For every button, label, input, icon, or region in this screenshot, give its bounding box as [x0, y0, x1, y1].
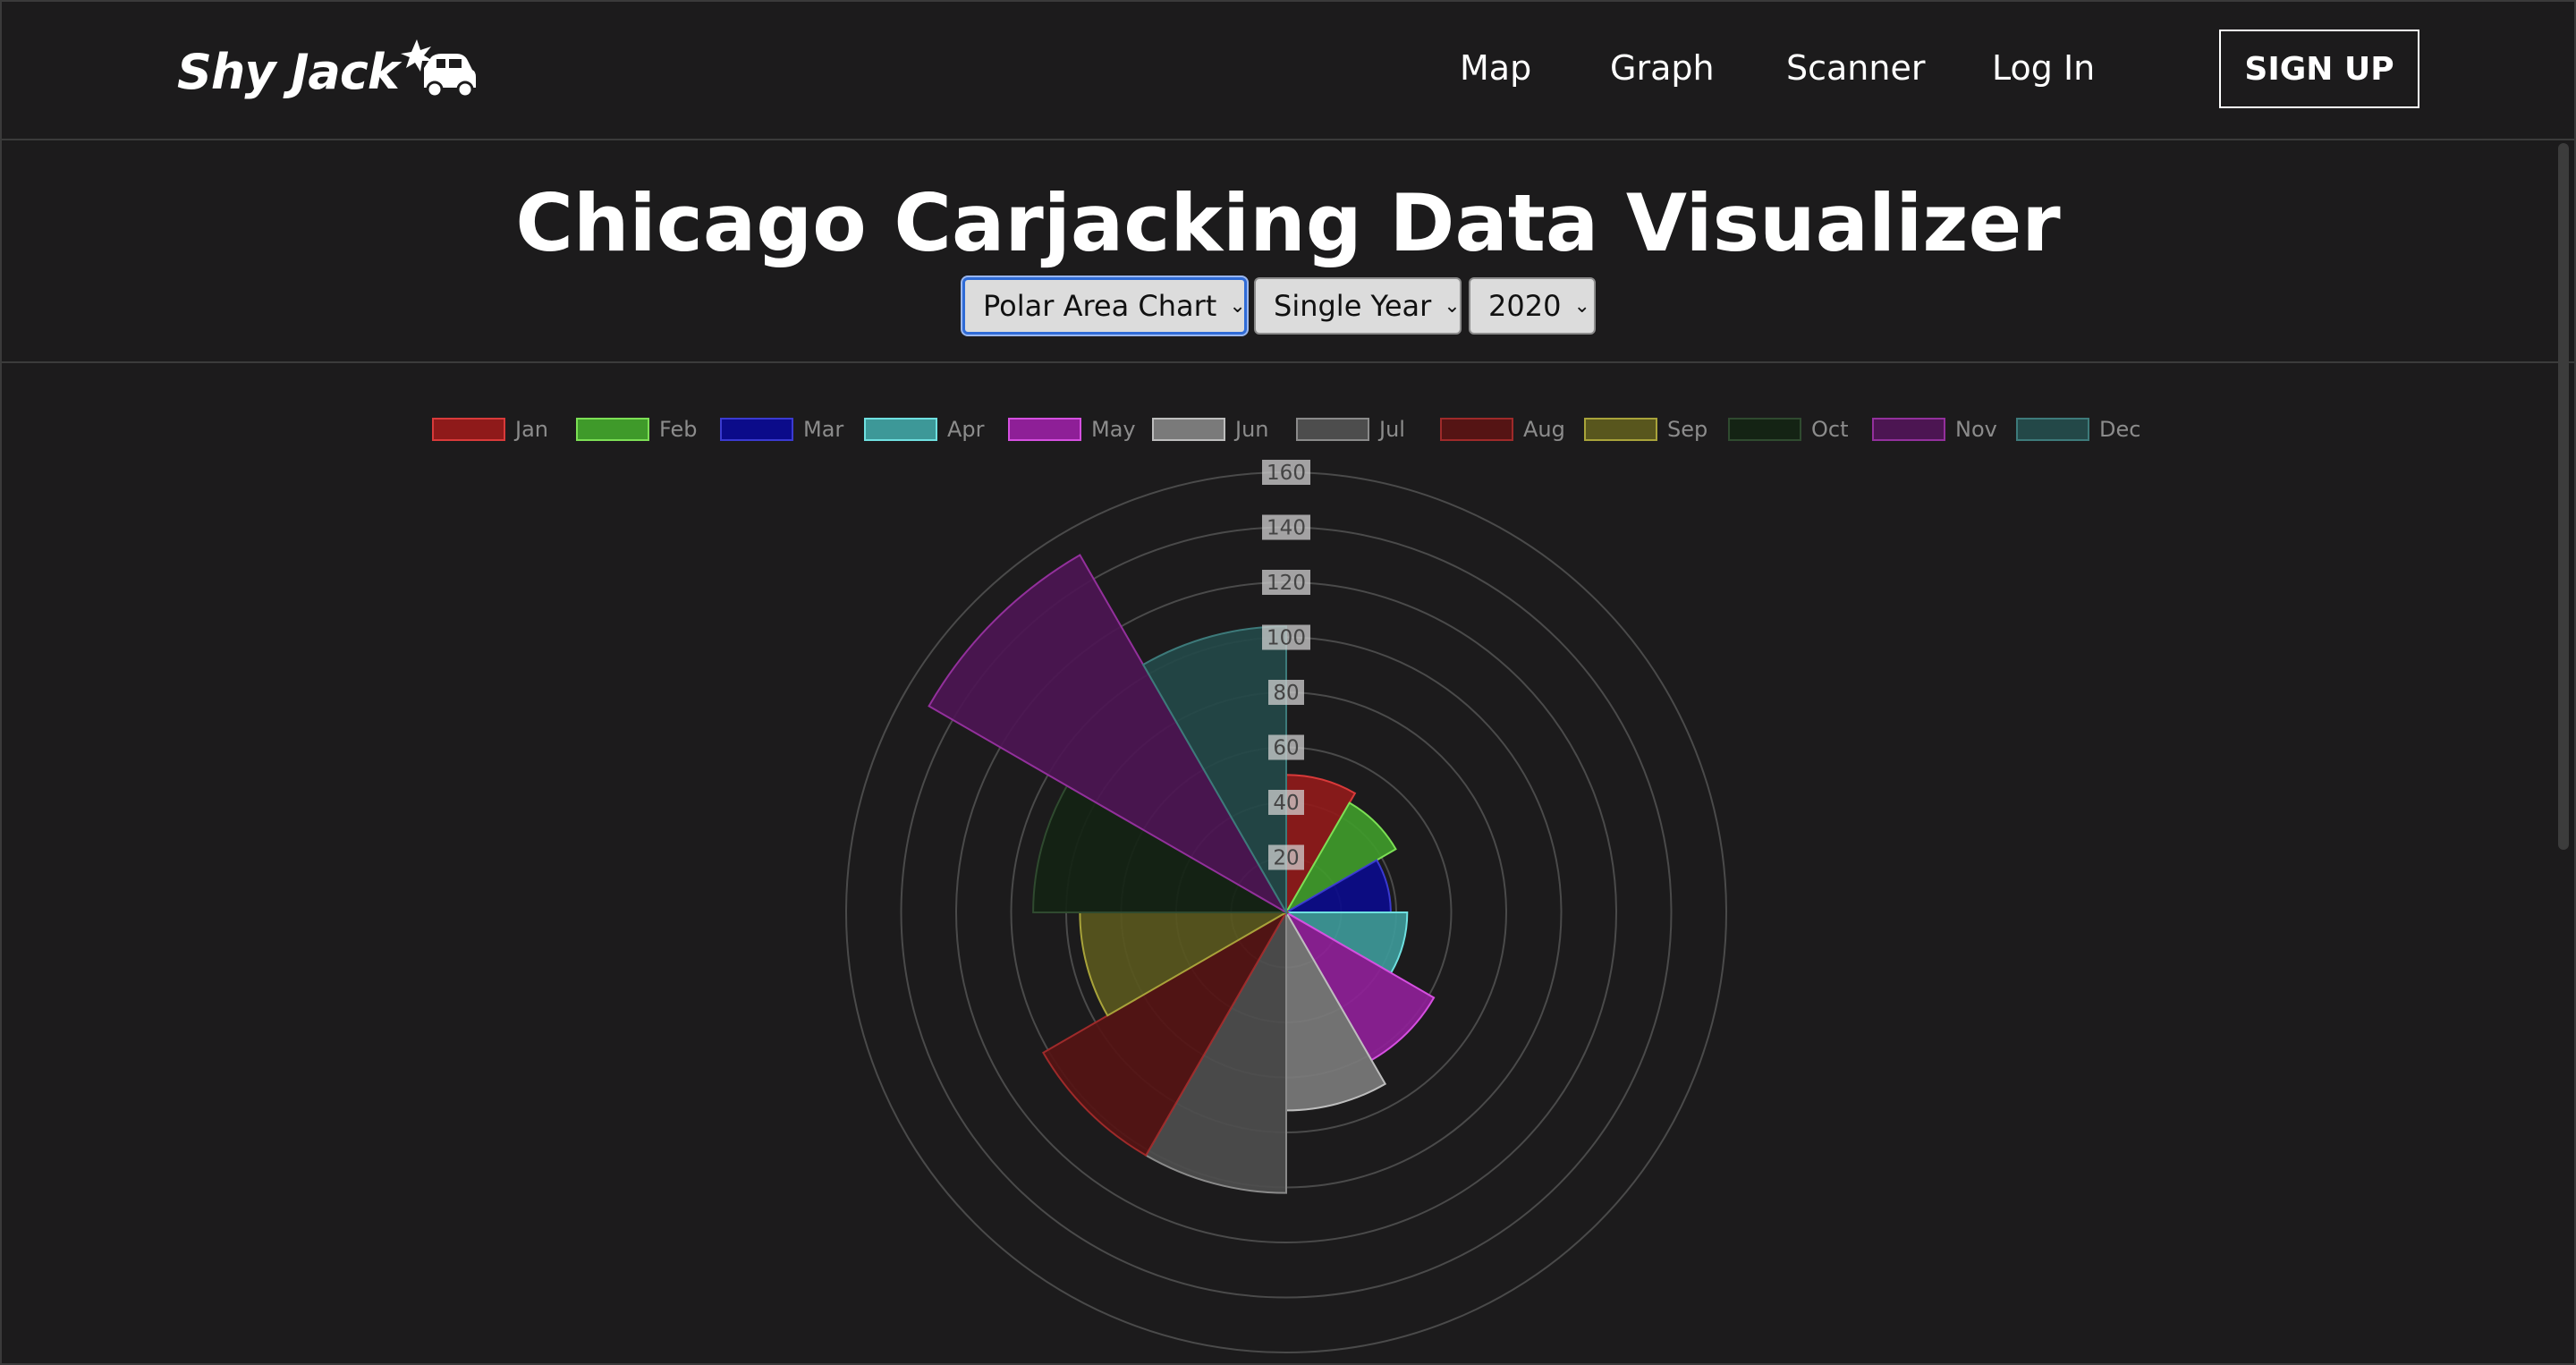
legend-item-dec[interactable]: Dec	[2016, 417, 2140, 442]
chart-type-value: Polar Area Chart	[983, 289, 1217, 323]
legend-label: Jun	[1233, 417, 1269, 442]
chevron-down-icon: ⌄	[1444, 294, 1461, 318]
tick-160: 160	[1262, 460, 1310, 485]
tick-label: 100	[1267, 627, 1306, 650]
legend-swatch	[432, 418, 505, 441]
legend-item-sep[interactable]: Sep	[1584, 417, 1707, 442]
nav-link-graph[interactable]: Graph	[1610, 41, 1715, 95]
tick-label: 160	[1267, 462, 1306, 485]
tick-label: 20	[1273, 847, 1299, 870]
legend-item-jun[interactable]: Jun	[1152, 417, 1269, 442]
page: Shy Jack Map Graph Scanner Log In SIGN U…	[0, 0, 2576, 1365]
legend-label: Apr	[947, 417, 985, 442]
legend-swatch	[1296, 418, 1369, 441]
chart-type-select[interactable]: Polar Area Chart ⌄	[962, 277, 1247, 335]
nav-link-login[interactable]: Log In	[1992, 41, 2095, 95]
legend-item-feb[interactable]: Feb	[576, 417, 698, 442]
chart-legend: Jan Feb Mar Apr May Jun Jul Aug Sep Oct Nov Dec	[432, 417, 2140, 442]
legend-swatch	[1008, 418, 1081, 441]
legend-swatch	[1728, 418, 1801, 441]
legend-label: Aug	[1523, 417, 1565, 442]
tick-label: 120	[1267, 572, 1306, 595]
chart-controls: Polar Area Chart ⌄ Single Year ⌄ 2020 ⌄	[962, 277, 1596, 336]
tick-40: 40	[1268, 790, 1304, 815]
legend-swatch	[720, 418, 793, 441]
range-mode-select[interactable]: Single Year ⌄	[1254, 277, 1462, 335]
legend-swatch	[1872, 418, 1945, 441]
scrollbar[interactable]	[2558, 143, 2569, 850]
legend-label: Oct	[1811, 417, 1849, 442]
tick-60: 60	[1268, 734, 1304, 760]
legend-item-jan[interactable]: Jan	[432, 417, 548, 442]
logo-text: Shy Jack	[177, 43, 400, 100]
year-value: 2020	[1488, 289, 1562, 323]
legend-swatch	[2016, 418, 2089, 441]
legend-swatch	[1440, 418, 1513, 441]
tick-100: 100	[1262, 624, 1310, 650]
legend-label: Dec	[2099, 417, 2140, 442]
chevron-down-icon: ⌄	[1229, 294, 1246, 318]
legend-item-nov[interactable]: Nov	[1872, 417, 1997, 442]
navbar: Shy Jack Map Graph Scanner Log In SIGN U…	[0, 0, 2576, 140]
legend-swatch	[864, 418, 937, 441]
range-mode-value: Single Year	[1274, 289, 1432, 323]
polar-area-chart: Jan Feb Mar Apr May Jun Jul Aug Sep Oct Nov Dec 20 4…	[432, 417, 2140, 1353]
nav-link-map[interactable]: Map	[1460, 41, 1531, 95]
divider	[0, 361, 2576, 363]
legend-label: Jan	[513, 417, 548, 442]
tick-120: 120	[1262, 570, 1310, 595]
logo[interactable]: Shy Jack	[177, 36, 476, 107]
legend-swatch	[1152, 418, 1225, 441]
tick-label: 40	[1273, 792, 1299, 815]
legend-item-mar[interactable]: Mar	[720, 417, 843, 442]
tick-label: 140	[1267, 517, 1306, 540]
car-crash-icon	[400, 39, 476, 98]
legend-item-may[interactable]: May	[1008, 417, 1136, 442]
tick-label: 80	[1273, 682, 1299, 705]
legend-swatch	[1584, 418, 1657, 441]
legend-label: Mar	[803, 417, 843, 442]
chevron-down-icon: ⌄	[1573, 294, 1590, 318]
legend-swatch	[576, 418, 649, 441]
legend-item-apr[interactable]: Apr	[864, 417, 985, 442]
tick-label: 60	[1273, 737, 1299, 760]
page-title: Chicago Carjacking Data Visualizer	[515, 177, 2061, 269]
tick-80: 80	[1268, 680, 1304, 705]
legend-label: May	[1091, 417, 1136, 442]
legend-label: Sep	[1667, 417, 1707, 442]
nav-link-scanner[interactable]: Scanner	[1786, 41, 1925, 95]
signup-button[interactable]: SIGN UP	[2219, 30, 2419, 108]
legend-label: Jul	[1377, 417, 1405, 442]
legend-item-aug[interactable]: Aug	[1440, 417, 1565, 442]
legend-item-oct[interactable]: Oct	[1728, 417, 1849, 442]
legend-label: Feb	[659, 417, 698, 442]
tick-20: 20	[1268, 844, 1304, 870]
tick-140: 140	[1262, 514, 1310, 540]
year-select[interactable]: 2020 ⌄	[1469, 277, 1596, 335]
legend-item-jul[interactable]: Jul	[1296, 417, 1405, 442]
legend-label: Nov	[1955, 417, 1997, 442]
chart-sectors	[928, 554, 1436, 1194]
